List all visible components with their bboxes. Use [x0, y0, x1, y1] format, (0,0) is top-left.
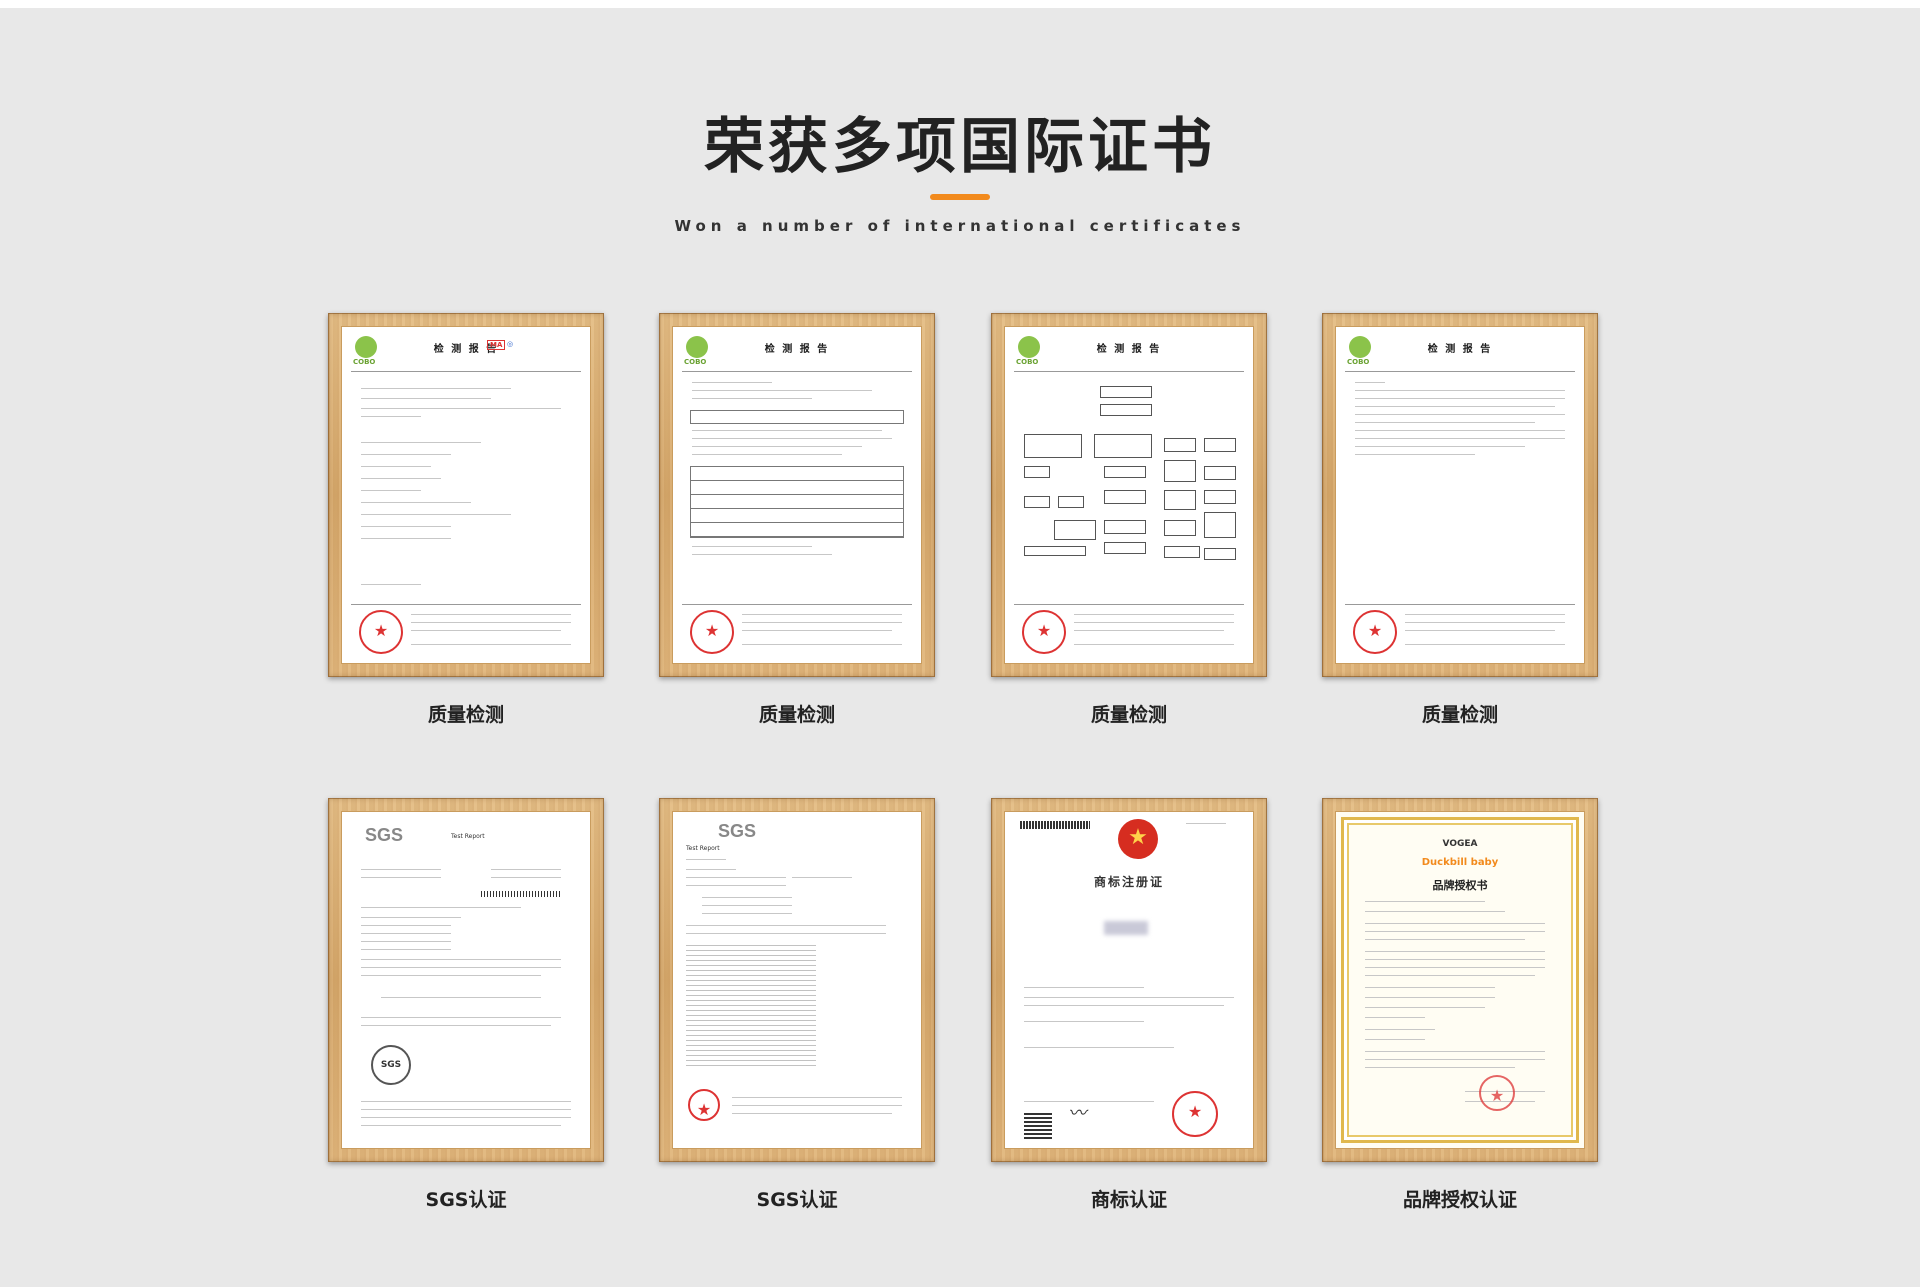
certificate-frame: COBO 检 测 报 告 MA ◎: [328, 313, 604, 677]
flowchart-node: [1024, 434, 1082, 458]
barcode-icon: [481, 891, 561, 897]
flowchart-node: [1204, 438, 1236, 452]
qr-code-icon: [1024, 1111, 1052, 1139]
official-seal-icon: [359, 610, 403, 654]
certificate-frame: COBO 检 测 报 告: [1322, 313, 1598, 677]
document-title: 检 测 报 告: [764, 344, 830, 355]
flowchart-node: [1164, 546, 1200, 558]
flowchart-node: [1024, 546, 1086, 556]
flowchart-node: [1104, 490, 1146, 504]
certificate-document: COBO 检 测 报 告: [1335, 326, 1585, 664]
flowchart-node: [1204, 490, 1236, 504]
certificate-card[interactable]: COBO 检 测 报 告 MA ◎ 质量检测: [328, 313, 604, 726]
sgs-logo-icon: SGS: [365, 825, 404, 845]
header-logo-icon: [1020, 821, 1090, 829]
cma-badge-icon: MA: [487, 340, 506, 350]
document-title: Test Report: [451, 833, 485, 840]
flowchart-node: [1104, 542, 1146, 554]
brand-logo: Duckbill baby: [1421, 857, 1499, 868]
certificate-caption: 商标认证: [1090, 1189, 1167, 1211]
sgs-stamp-icon: SGS: [371, 1045, 411, 1085]
flowchart-node: [1104, 520, 1146, 534]
flowchart-node: [1058, 496, 1084, 508]
certificate-frame: VOGEA Duckbill baby 品牌授权书: [1322, 798, 1598, 1162]
certificate-document: COBO 检 测 报 告: [672, 326, 922, 664]
certificate-caption: SGS认证: [425, 1189, 507, 1211]
sgs-logo-icon: SGS: [718, 821, 757, 841]
logo-text: COBO: [353, 358, 376, 366]
cnas-badge-icon: ◎: [507, 340, 514, 348]
flowchart-node: [1024, 496, 1050, 508]
certificate-document: 商标注册证 〰: [1004, 811, 1254, 1149]
official-seal-icon: [688, 1089, 720, 1121]
certificate-frame: COBO 检 测 报 告: [659, 313, 935, 677]
document-title: 检 测 报 告: [1096, 344, 1162, 355]
flowchart-node: [1024, 466, 1050, 478]
official-seal-icon: [1022, 610, 1066, 654]
certificate-caption: 质量检测: [427, 704, 504, 726]
certificate-caption: 品牌授权认证: [1402, 1189, 1517, 1211]
certificate-card[interactable]: COBO 检 测 报 告 质量检测: [659, 313, 935, 726]
flowchart-node: [1100, 386, 1152, 398]
signature-icon: 〰: [1067, 1103, 1090, 1124]
official-seal-icon: [1172, 1091, 1218, 1137]
document-title: 品牌授权书: [1432, 879, 1488, 892]
results-table: [686, 945, 816, 1067]
national-emblem-icon: [1118, 819, 1158, 859]
title-accent-bar: [930, 194, 990, 200]
official-seal-icon: [1479, 1075, 1515, 1111]
certificate-card[interactable]: 商标注册证 〰 商标认证: [991, 798, 1267, 1211]
flowchart-node: [1204, 512, 1236, 538]
certificate-frame: COBO 检 测 报 告: [991, 313, 1267, 677]
top-strip: [0, 0, 1920, 8]
certificate-caption: SGS认证: [756, 1189, 838, 1211]
certificate-frame: SGS Test Report: [659, 798, 935, 1162]
document-title: Test Report: [686, 845, 720, 852]
certificate-caption: 质量检测: [758, 704, 835, 726]
official-seal-icon: [690, 610, 734, 654]
logo-text: COBO: [1016, 358, 1039, 366]
flowchart-node: [1164, 460, 1196, 482]
flowchart-node: [1104, 466, 1146, 478]
results-table: [690, 466, 904, 538]
brand-top-label: VOGEA: [1442, 839, 1478, 849]
page-subtitle: Won a number of international certificat…: [674, 217, 1246, 235]
flowchart-node: [1100, 404, 1152, 416]
flowchart-node: [1204, 548, 1236, 560]
flowchart-node: [1164, 520, 1196, 536]
flowchart-node: [1164, 438, 1196, 452]
certificate-document: VOGEA Duckbill baby 品牌授权书: [1335, 811, 1585, 1149]
document-title: 检 测 报 告: [1427, 344, 1493, 355]
certificate-frame: SGS Test Report SGS: [328, 798, 604, 1162]
page-title: 荣获多项国际证书: [704, 112, 1216, 182]
certificate-card[interactable]: COBO 检 测 报 告 ★ 质量检测: [991, 313, 1267, 726]
certificate-card[interactable]: VOGEA Duckbill baby 品牌授权书 品牌授权认: [1322, 798, 1598, 1211]
certificate-caption: 质量检测: [1421, 704, 1498, 726]
table: [690, 410, 904, 424]
blurred-trademark: [1104, 921, 1148, 935]
logo-text: COBO: [684, 358, 707, 366]
certificate-caption: 质量检测: [1090, 704, 1167, 726]
certificate-card[interactable]: SGS Test Report SGS SGS认证: [328, 798, 604, 1211]
certificate-document: SGS Test Report: [672, 811, 922, 1149]
document-title: 检 测 报 告: [433, 344, 499, 355]
flowchart-node: [1094, 434, 1152, 458]
flowchart-node: [1164, 490, 1196, 510]
flowchart-node: [1054, 520, 1096, 540]
document-title: 商标注册证: [1093, 875, 1164, 889]
certificate-document: COBO 检 测 报 告 MA ◎: [341, 326, 591, 664]
official-seal-icon: [1353, 610, 1397, 654]
logo-text: COBO: [1347, 358, 1370, 366]
flowchart-node: [1204, 466, 1236, 480]
certificate-document: SGS Test Report SGS: [341, 811, 591, 1149]
certificate-card[interactable]: COBO 检 测 报 告 质量检测: [1322, 313, 1598, 726]
certificate-frame: 商标注册证 〰: [991, 798, 1267, 1162]
certificate-card[interactable]: SGS Test Report SGS认证: [659, 798, 935, 1211]
certificate-document: COBO 检 测 报 告: [1004, 326, 1254, 664]
